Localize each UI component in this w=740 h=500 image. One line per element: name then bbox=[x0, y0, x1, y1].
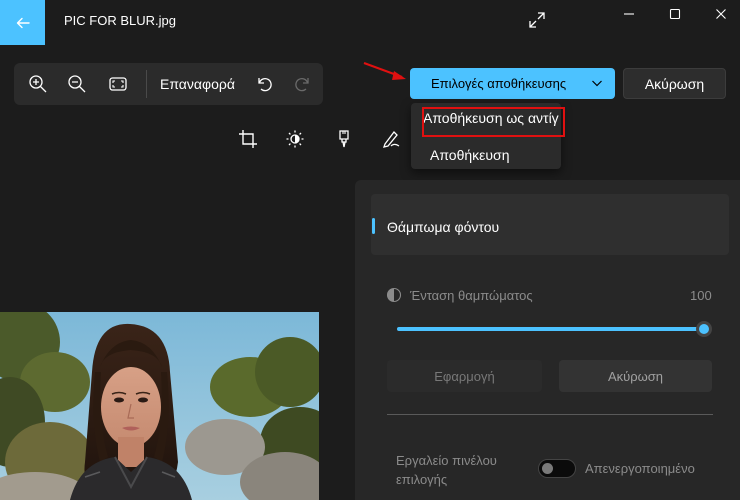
filter-button[interactable] bbox=[334, 129, 354, 149]
section-title: Θάμπωμα φόντου bbox=[387, 219, 500, 235]
redo-icon bbox=[295, 77, 309, 92]
zoom-in-icon bbox=[29, 75, 47, 93]
markup-button[interactable] bbox=[381, 129, 401, 149]
edited-photo bbox=[0, 312, 319, 500]
expand-icon bbox=[529, 12, 545, 28]
blur-intensity-label: Ένταση θαμπώματος bbox=[410, 288, 533, 303]
minimize-icon bbox=[624, 13, 634, 15]
fit-screen-icon bbox=[109, 77, 127, 91]
fullscreen-button[interactable] bbox=[527, 10, 547, 30]
close-button[interactable] bbox=[698, 0, 740, 28]
fit-screen-button[interactable] bbox=[108, 74, 128, 94]
brush-tool-label: Εργαλείο πινέλου επιλογής bbox=[396, 453, 497, 487]
save-options-button[interactable]: Επιλογές αποθήκευσης bbox=[410, 68, 615, 99]
adjust-brightness-icon bbox=[286, 130, 304, 148]
maximize-icon bbox=[669, 8, 681, 20]
chevron-down-icon bbox=[592, 80, 602, 87]
toggle-state-label: Απενεργοποιημένο bbox=[585, 461, 695, 476]
maximize-button[interactable] bbox=[652, 0, 698, 28]
undo-button[interactable] bbox=[254, 74, 274, 94]
reset-button[interactable]: Επαναφορά bbox=[160, 76, 235, 92]
undo-icon bbox=[258, 77, 272, 92]
close-icon bbox=[716, 9, 726, 19]
panel-cancel-button[interactable]: Ακύρωση bbox=[559, 360, 712, 392]
arrow-left-icon bbox=[16, 17, 30, 28]
window-title: PIC FOR BLUR.jpg bbox=[64, 13, 176, 28]
section-accent-bar bbox=[372, 218, 375, 234]
zoom-out-icon bbox=[68, 75, 86, 93]
toggle-knob bbox=[542, 463, 553, 474]
annotation-arrow bbox=[363, 61, 406, 80]
crop-button[interactable] bbox=[238, 129, 258, 149]
minimize-button[interactable] bbox=[606, 0, 652, 28]
zoom-out-button[interactable] bbox=[67, 74, 87, 94]
save-options-label: Επιλογές αποθήκευσης bbox=[431, 76, 567, 91]
blur-intensity-icon bbox=[386, 287, 402, 303]
save-options-menu: Αποθήκευση ως αντίγραφο Αποθήκευση bbox=[411, 103, 565, 169]
apply-button[interactable]: Εφαρμογή bbox=[387, 360, 542, 392]
crop-icon bbox=[239, 130, 257, 148]
markup-pen-icon bbox=[383, 131, 400, 148]
filter-icon bbox=[339, 130, 349, 148]
panel-divider bbox=[387, 414, 713, 415]
photo-image bbox=[0, 312, 319, 500]
zoom-in-button[interactable] bbox=[28, 74, 48, 94]
toolbar-divider bbox=[146, 70, 147, 98]
back-button[interactable] bbox=[0, 0, 45, 45]
view-toolbar: Επαναφορά bbox=[14, 63, 323, 105]
annotation-highlight-box bbox=[422, 107, 565, 137]
cancel-button[interactable]: Ακύρωση bbox=[623, 68, 726, 99]
blur-intensity-slider-thumb[interactable] bbox=[696, 321, 712, 337]
brush-tool-toggle[interactable] bbox=[538, 459, 576, 478]
redo-button[interactable] bbox=[293, 74, 313, 94]
adjust-button[interactable] bbox=[285, 129, 305, 149]
blur-intensity-value: 100 bbox=[690, 288, 712, 303]
menu-item-save[interactable]: Αποθήκευση bbox=[430, 147, 509, 163]
blur-intensity-slider-track[interactable] bbox=[397, 327, 704, 331]
